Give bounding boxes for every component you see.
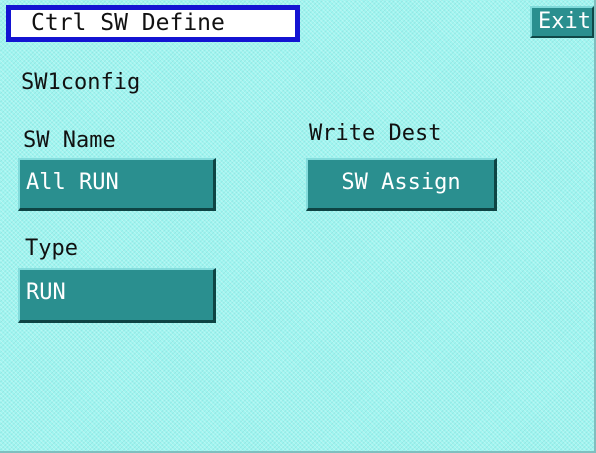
write-dest-label: Write Dest: [309, 121, 442, 146]
sw-name-label: SW Name: [23, 128, 116, 153]
exit-button[interactable]: Exit: [530, 6, 594, 38]
sw-name-button[interactable]: All RUN: [18, 158, 216, 211]
write-dest-button[interactable]: SW Assign: [306, 158, 497, 211]
type-button[interactable]: RUN: [18, 268, 216, 323]
sw-config-heading: SW1config: [21, 70, 141, 95]
ctrl-sw-define-screen: Ctrl SW Define Exit SW1config SW Name Al…: [0, 0, 596, 453]
type-label: Type: [25, 236, 78, 261]
screen-title: Ctrl SW Define: [6, 5, 300, 42]
